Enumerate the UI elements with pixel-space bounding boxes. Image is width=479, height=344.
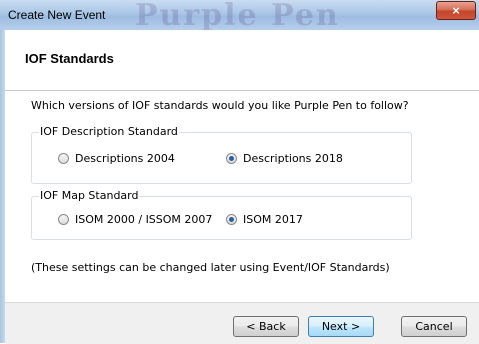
radio-isom-2000-issom-2007[interactable]: ISOM 2000 / ISSOM 2007 [58, 213, 212, 226]
map-standard-group: IOF Map Standard ISOM 2000 / ISSOM 2007 … [31, 189, 412, 240]
radio-label: ISOM 2017 [243, 213, 303, 226]
radio-button-checked-icon[interactable] [226, 153, 237, 164]
radio-button-icon[interactable] [58, 214, 69, 225]
description-standard-legend: IOF Description Standard [39, 125, 179, 138]
back-button[interactable]: < Back [233, 316, 299, 337]
radio-label: ISOM 2000 / ISSOM 2007 [75, 213, 213, 226]
radio-descriptions-2018[interactable]: Descriptions 2018 [226, 152, 343, 165]
radio-label: Descriptions 2004 [75, 152, 175, 165]
window-title: Create New Event [8, 8, 106, 22]
title-bar[interactable]: Purple Pen Create New Event × [0, 0, 479, 33]
title-watermark: Purple Pen [135, 0, 340, 33]
create-new-event-dialog: Purple Pen Create New Event × IOF Standa… [0, 0, 479, 344]
description-standard-group: IOF Description Standard Descriptions 20… [31, 125, 412, 184]
cancel-button[interactable]: Cancel [401, 316, 467, 337]
radio-isom-2017[interactable]: ISOM 2017 [226, 213, 303, 226]
radio-label: Descriptions 2018 [243, 152, 343, 165]
close-icon: × [452, 3, 460, 18]
map-standard-legend: IOF Map Standard [39, 189, 140, 202]
close-button[interactable]: × [436, 1, 476, 20]
radio-button-checked-icon[interactable] [226, 214, 237, 225]
radio-button-icon[interactable] [58, 153, 69, 164]
question-text: Which versions of IOF standards would yo… [31, 99, 409, 112]
settings-note: (These settings can be changed later usi… [31, 261, 390, 274]
page-title: IOF Standards [25, 51, 114, 66]
wizard-footer: < Back Next > Cancel [5, 302, 479, 344]
radio-descriptions-2004[interactable]: Descriptions 2004 [58, 152, 175, 165]
wizard-body: Which versions of IOF standards would yo… [5, 91, 479, 301]
next-button[interactable]: Next > [308, 316, 374, 337]
wizard-header: IOF Standards [5, 30, 479, 91]
